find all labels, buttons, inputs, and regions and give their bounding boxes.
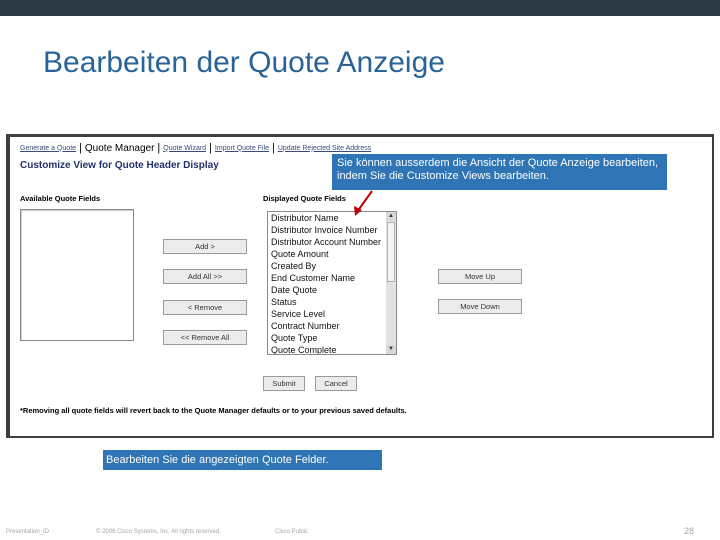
footer-classification: Cisco Public bbox=[275, 529, 309, 535]
footer-copyright: © 2006 Cisco Systems, Inc. All rights re… bbox=[96, 529, 221, 535]
footer-page-number: 28 bbox=[684, 526, 695, 536]
footer-presentation-id: Presentation_ID bbox=[6, 529, 50, 535]
callout-edit-displayed-fields: Bearbeiten Sie die angezeigten Quote Fel… bbox=[103, 450, 382, 470]
